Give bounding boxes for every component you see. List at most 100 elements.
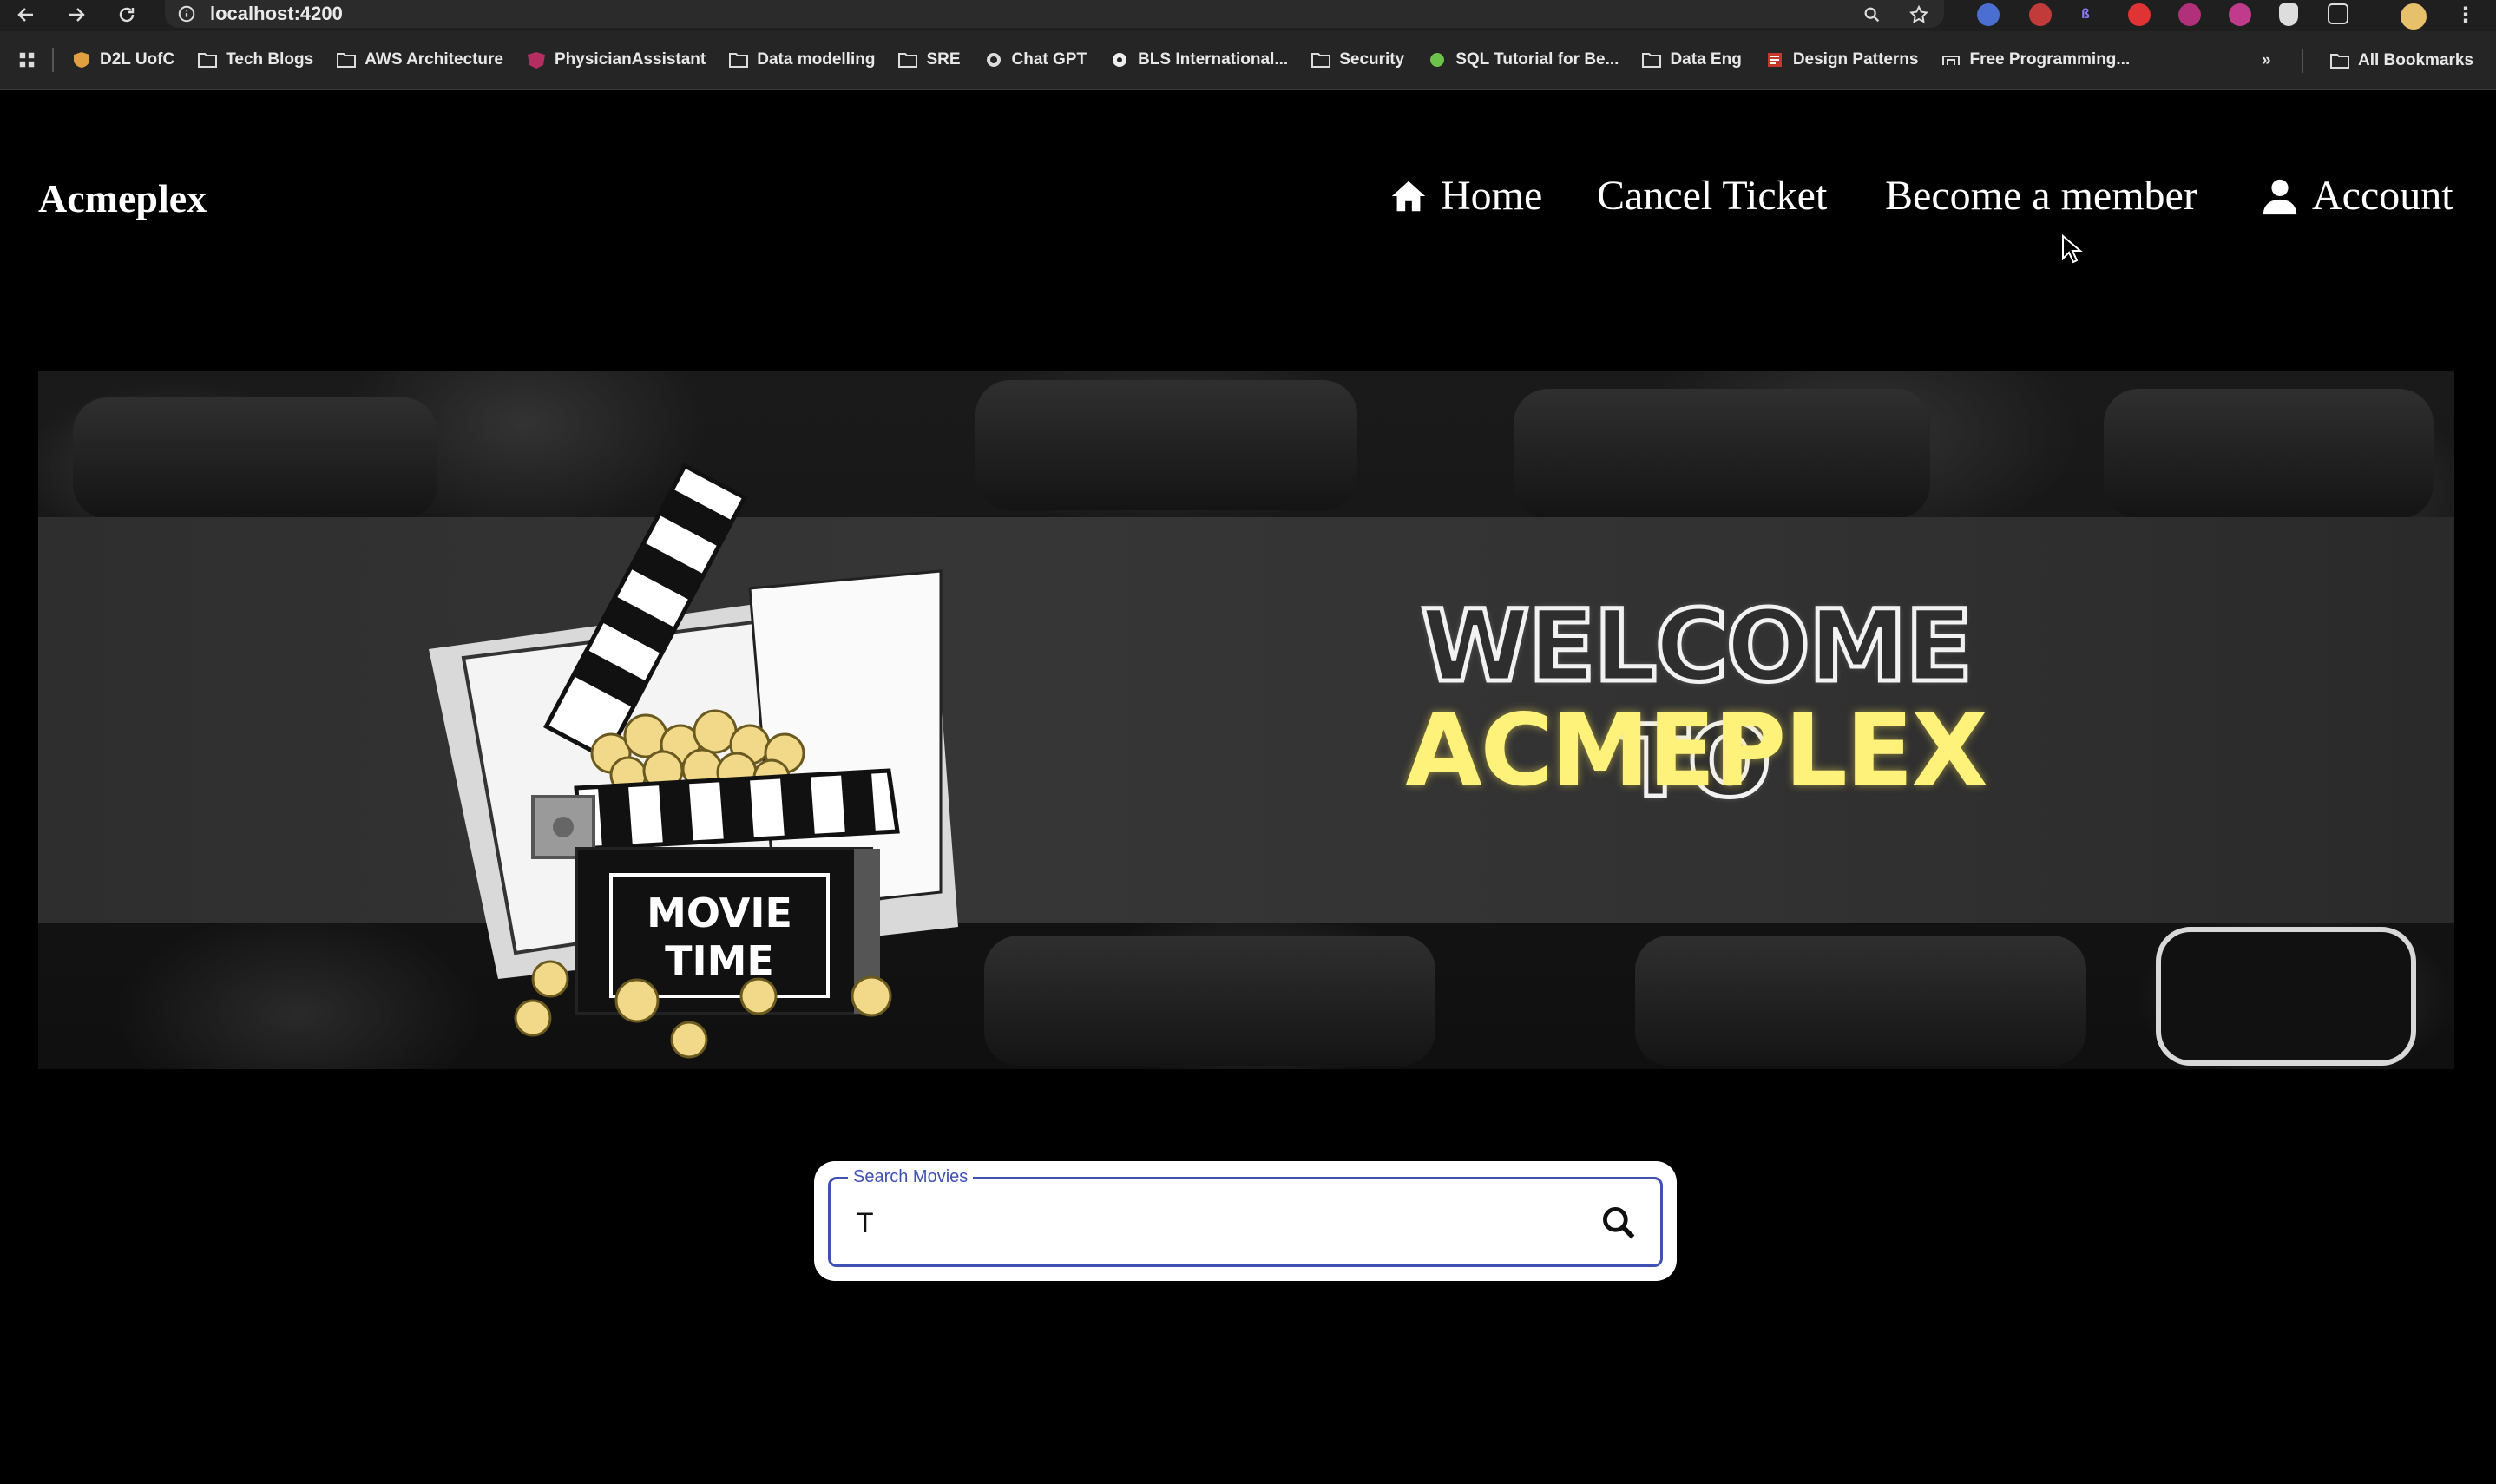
bookmark-label: Design Patterns [1792, 50, 1919, 69]
nav-account-label: Account [2312, 173, 2453, 219]
bookmark-label: Tech Blogs [226, 50, 314, 69]
nav-become-member-link[interactable]: Become a member [1885, 172, 2197, 220]
bookmark-label: BLS International... [1138, 50, 1289, 69]
link-icon [1941, 51, 1961, 69]
bookmark-label: Data modelling [757, 50, 876, 69]
bookmark-item[interactable]: Tech Blogs [197, 50, 313, 69]
extension-icon-4[interactable] [2128, 3, 2151, 26]
extension-icon-5[interactable] [2178, 3, 2201, 26]
bookmark-item[interactable]: Data Eng [1641, 50, 1742, 69]
bookmark-item[interactable]: SQL Tutorial for Be... [1427, 50, 1619, 69]
url-text: localhost:4200 [210, 3, 343, 24]
movie-clapper-popcorn-illustration: MOVIE TIME [429, 463, 958, 1059]
bookmark-item[interactable]: Free Programming... [1941, 50, 2130, 69]
bookmark-item[interactable]: SRE [897, 50, 961, 69]
hero-title-line-2: ACMEPLEX [1405, 693, 1987, 808]
clapper-text-line-1: MOVIE [647, 890, 792, 936]
kebab-menu-icon[interactable]: ⋮ [2454, 3, 2477, 27]
seat-shape [2104, 389, 2434, 519]
site-info-icon[interactable] [177, 4, 196, 23]
bookmark-item[interactable]: Chat GPT [983, 50, 1087, 69]
search-icon[interactable] [1599, 1204, 1638, 1242]
address-bar[interactable]: localhost:4200 [165, 0, 1944, 28]
all-bookmarks-button[interactable]: All Bookmarks [2329, 31, 2473, 90]
extension-icon-1[interactable] [1977, 3, 2000, 26]
folder-icon [728, 51, 749, 69]
bookmark-label: Security [1339, 50, 1405, 69]
bookmark-label: SQL Tutorial for Be... [1455, 50, 1619, 69]
profile-avatar[interactable] [2401, 3, 2427, 30]
seat-shape [2156, 927, 2416, 1066]
folder-icon [1641, 51, 1662, 69]
search-movies-input[interactable]: Search Movies T [828, 1167, 1663, 1267]
bookmarks-bar: D2L UofC Tech Blogs AWS Architecture Phy… [0, 31, 2496, 90]
nav-home-label: Home [1441, 173, 1543, 219]
bookmark-item[interactable]: Data modelling [728, 50, 875, 69]
reload-button[interactable] [113, 2, 141, 28]
all-bookmarks-label: All Bookmarks [2358, 51, 2474, 69]
search-container: Search Movies T [814, 1161, 1677, 1281]
nav-cancel-ticket-link[interactable]: Cancel Ticket [1597, 172, 1827, 220]
angular-icon [526, 51, 547, 69]
seat-shape [73, 397, 437, 519]
bookmark-label: Chat GPT [1011, 50, 1087, 69]
search-movies-label: Search Movies [848, 1167, 974, 1187]
bookmarks-divider [52, 48, 54, 72]
forward-button[interactable] [62, 2, 90, 28]
bookmark-star-icon[interactable] [1908, 3, 1930, 26]
bookmark-label: D2L UofC [100, 50, 175, 69]
folder-icon [197, 51, 218, 69]
bookmark-label: Data Eng [1670, 50, 1742, 69]
folder-icon [1310, 51, 1331, 69]
bookmark-item[interactable]: Design Patterns [1764, 50, 1919, 69]
mouse-cursor-icon [2062, 234, 2083, 264]
hero-title-strip [38, 517, 2454, 923]
seat-shape [1635, 936, 2086, 1066]
extension-icon-3[interactable]: ß [2074, 3, 2097, 26]
home-icon [1391, 181, 1426, 211]
more-bookmarks-button[interactable]: » [2262, 31, 2271, 90]
openai-icon [983, 51, 1004, 69]
nav-home-link[interactable]: Home [1389, 172, 1542, 220]
seat-shape [984, 936, 1435, 1066]
bookmark-label: AWS Architecture [365, 50, 503, 69]
extension-icon-2[interactable] [2029, 3, 2052, 26]
search-input-value: T [857, 1207, 874, 1238]
hero-banner: WELCOME TO ACMEPLEX MOVIE TIME [38, 371, 2454, 1069]
folder-icon [2329, 52, 2350, 69]
reload-icon [119, 7, 135, 23]
bookmark-item[interactable]: D2L UofC [71, 50, 174, 69]
user-icon [2263, 179, 2297, 214]
bookmark-label: PhysicianAssistant [555, 50, 706, 69]
bookmarks-divider [2302, 49, 2303, 73]
browser-toolbar: localhost:4200 ß ⋮ [0, 0, 2496, 31]
seat-shape [975, 380, 1357, 510]
green-dot-icon [1427, 51, 1448, 69]
bookmark-item[interactable]: BLS International... [1109, 50, 1288, 69]
pattern-icon [1764, 51, 1785, 69]
globe-icon [1109, 51, 1130, 69]
more-bookmarks-label: » [2262, 51, 2271, 69]
nav-account-link[interactable]: Account [2260, 172, 2453, 220]
bookmark-item[interactable]: Security [1310, 50, 1404, 69]
folder-icon [897, 51, 918, 69]
nav-become-member-label: Become a member [1885, 173, 2197, 219]
extension-icon-6[interactable] [2229, 3, 2251, 26]
arrow-left-icon [17, 8, 33, 22]
seat-shape [1514, 389, 1930, 519]
back-button[interactable] [12, 2, 40, 28]
shield-extension-icon[interactable] [2279, 3, 2298, 26]
brand-logo-text[interactable]: Acmeplex [38, 175, 207, 221]
apps-grid-icon[interactable] [17, 50, 36, 69]
folder-icon [336, 51, 357, 69]
nav-cancel-ticket-label: Cancel Ticket [1597, 173, 1828, 219]
bookmark-label: SRE [926, 50, 961, 69]
shield-icon [71, 51, 92, 69]
clapper-text-line-2: TIME [665, 937, 774, 984]
extensions-puzzle-icon[interactable] [2328, 3, 2348, 24]
bookmark-item[interactable]: AWS Architecture [336, 50, 503, 69]
bookmark-item[interactable]: PhysicianAssistant [526, 50, 706, 69]
zoom-icon[interactable] [1861, 3, 1883, 26]
arrow-right-icon [69, 8, 85, 22]
bookmark-label: Free Programming... [1969, 50, 2131, 69]
